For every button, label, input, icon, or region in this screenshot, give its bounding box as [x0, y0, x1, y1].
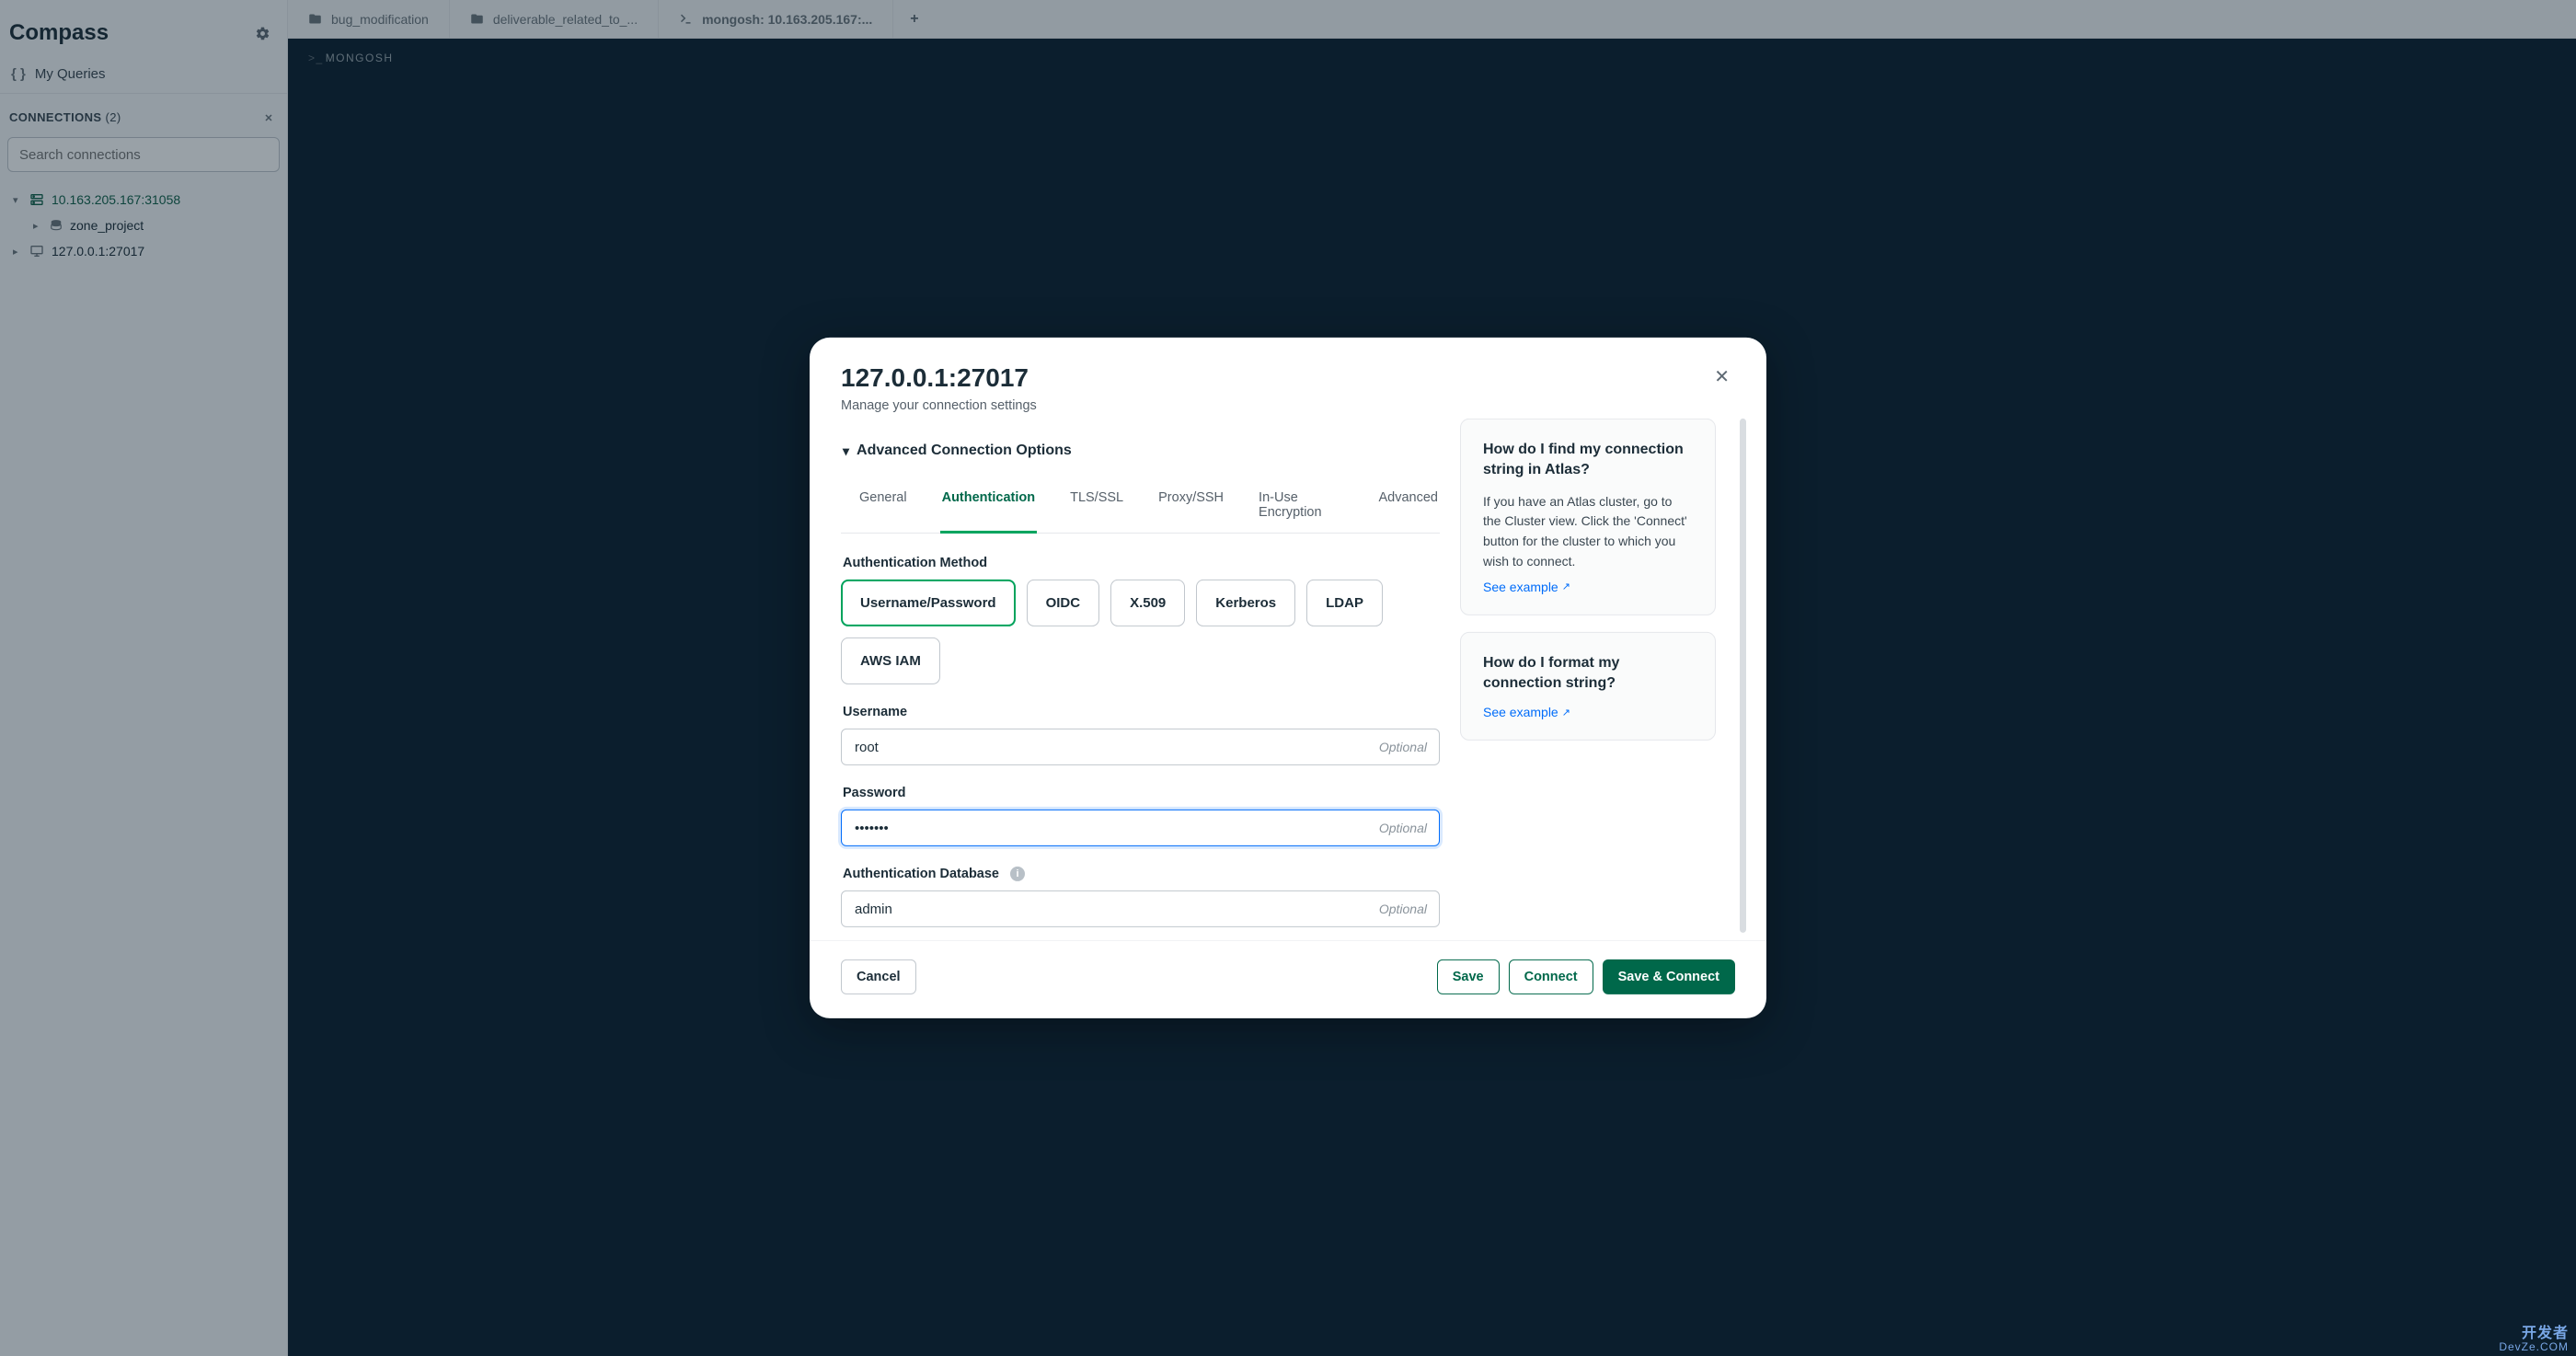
help1-link-text: See example: [1483, 579, 1558, 593]
connection-tabs: General Authentication TLS/SSL Proxy/SSH…: [841, 479, 1440, 534]
tab-authentication[interactable]: Authentication: [940, 479, 1038, 534]
close-button[interactable]: ✕: [1708, 363, 1735, 390]
tab-general[interactable]: General: [857, 479, 909, 534]
help2-link-text: See example: [1483, 705, 1558, 719]
modal-footer: Cancel Save Connect Save & Connect: [810, 940, 1766, 1018]
authdb-input[interactable]: [841, 891, 1440, 927]
modal-header: 127.0.0.1:27017 Manage your connection s…: [810, 338, 1766, 419]
username-wrap: Optional: [841, 729, 1440, 765]
help-card-atlas: How do I find my connection string in At…: [1460, 419, 1716, 615]
chevron-down-icon: ▾: [843, 442, 849, 458]
username-input[interactable]: [841, 729, 1440, 765]
save-connect-button[interactable]: Save & Connect: [1603, 960, 1735, 994]
help1-title: How do I find my connection string in At…: [1483, 440, 1693, 481]
modal-right-column: How do I find my connection string in At…: [1460, 419, 1716, 933]
footer-right: Save Connect Save & Connect: [1437, 960, 1735, 994]
help2-title: How do I format my connection string?: [1483, 652, 1693, 694]
save-button[interactable]: Save: [1437, 960, 1500, 994]
password-input[interactable]: [841, 810, 1440, 846]
auth-method-label: Authentication Method: [843, 556, 1440, 570]
pill-aws-iam[interactable]: AWS IAM: [841, 638, 940, 684]
help2-link[interactable]: See example ↗: [1483, 705, 1570, 719]
external-link-icon: ↗: [1562, 580, 1570, 592]
password-label: Password: [843, 786, 1440, 800]
password-wrap: Optional: [841, 810, 1440, 846]
help1-link[interactable]: See example ↗: [1483, 579, 1570, 593]
authdb-wrap: Optional: [841, 891, 1440, 927]
info-icon[interactable]: i: [1010, 867, 1025, 881]
help-card-format: How do I format my connection string? Se…: [1460, 631, 1716, 741]
modal-subtitle: Manage your connection settings: [841, 398, 1037, 413]
modal-left-column: ▾ Advanced Connection Options General Au…: [841, 419, 1440, 933]
pill-kerberos[interactable]: Kerberos: [1196, 580, 1295, 626]
pill-username-password[interactable]: Username/Password: [841, 580, 1016, 626]
authdb-label: Authentication Database i: [843, 867, 1440, 881]
tab-encryption[interactable]: In-Use Encryption: [1257, 479, 1345, 534]
tab-proxy[interactable]: Proxy/SSH: [1156, 479, 1225, 534]
watermark: 开发者 DevZe.COM: [2499, 1327, 2569, 1352]
external-link-icon: ↗: [1562, 707, 1570, 718]
modal-title: 127.0.0.1:27017: [841, 363, 1037, 393]
connection-modal: 127.0.0.1:27017 Manage your connection s…: [810, 338, 1766, 1018]
scrollbar[interactable]: [1740, 419, 1746, 933]
pill-oidc[interactable]: OIDC: [1027, 580, 1100, 626]
pill-x509[interactable]: X.509: [1110, 580, 1185, 626]
auth-method-pills: Username/Password OIDC X.509 Kerberos LD…: [841, 580, 1440, 684]
pill-ldap[interactable]: LDAP: [1306, 580, 1383, 626]
authdb-label-text: Authentication Database: [843, 867, 999, 881]
tab-advanced[interactable]: Advanced: [1377, 479, 1441, 534]
watermark-l2: DevZe.COM: [2499, 1341, 2569, 1352]
advanced-options-label: Advanced Connection Options: [857, 442, 1072, 459]
modal-body: ▾ Advanced Connection Options General Au…: [810, 419, 1766, 940]
username-label: Username: [843, 705, 1440, 719]
cancel-button[interactable]: Cancel: [841, 960, 916, 994]
tab-tls[interactable]: TLS/SSL: [1068, 479, 1125, 534]
help1-body: If you have an Atlas cluster, go to the …: [1483, 492, 1693, 572]
connect-button[interactable]: Connect: [1509, 960, 1593, 994]
advanced-options-toggle[interactable]: ▾ Advanced Connection Options: [841, 419, 1440, 465]
watermark-l1: 开发者: [2499, 1327, 2569, 1341]
